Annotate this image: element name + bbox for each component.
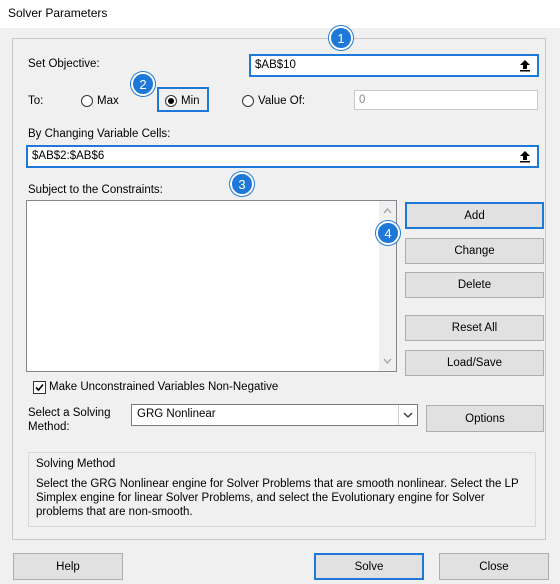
changing-cells-collapse-button[interactable]: [514, 147, 536, 166]
collapse-arrow-icon: [520, 60, 530, 72]
changing-cells-field[interactable]: $AB$2:$AB$6: [26, 145, 539, 168]
reset-all-button-label: Reset All: [451, 322, 498, 334]
min-radio[interactable]: [165, 95, 177, 107]
min-radio-dot: [168, 98, 174, 104]
nonneg-label: Make Unconstrained Variables Non-Negativ…: [49, 381, 279, 393]
solving-method-title: Solving Method: [36, 458, 116, 470]
load-save-button[interactable]: Load/Save: [405, 350, 544, 376]
delete-button-label: Delete: [457, 279, 492, 291]
callout-badge-3: 3: [230, 172, 254, 196]
objective-value: $AB$10: [255, 59, 296, 71]
solve-button[interactable]: Solve: [314, 553, 424, 580]
checkmark-icon: [35, 383, 44, 392]
constraints-list[interactable]: [26, 200, 397, 372]
constraints-label: Subject to the Constraints:: [28, 184, 163, 196]
value-of-label: Value Of:: [258, 95, 306, 107]
options-button[interactable]: Options: [426, 405, 544, 432]
help-button[interactable]: Help: [13, 553, 123, 580]
close-button-label: Close: [479, 560, 509, 573]
objective-field[interactable]: $AB$10: [249, 54, 539, 77]
window-title: Solver Parameters: [8, 6, 108, 20]
objective-collapse-button[interactable]: [514, 56, 536, 75]
delete-button[interactable]: Delete: [405, 272, 544, 298]
value-of-radio[interactable]: [242, 95, 254, 107]
changing-cells-label: By Changing Variable Cells:: [28, 128, 171, 140]
solve-button-label: Solve: [354, 560, 384, 573]
method-label-line1: Select a Solving: [28, 407, 111, 419]
add-button[interactable]: Add: [405, 202, 544, 229]
change-button[interactable]: Change: [405, 238, 544, 264]
method-select-value: GRG Nonlinear: [137, 408, 216, 420]
to-label: To:: [28, 95, 44, 107]
options-button-label: Options: [465, 412, 505, 425]
value-of-field[interactable]: 0: [354, 90, 538, 110]
max-radio[interactable]: [81, 95, 93, 107]
min-label: Min: [181, 95, 200, 107]
solving-method-box: Solving Method Select the GRG Nonlinear …: [28, 452, 536, 527]
value-of-value: 0: [359, 94, 366, 106]
collapse-arrow-icon: [520, 151, 530, 163]
method-select[interactable]: GRG Nonlinear: [131, 404, 418, 426]
callout-badge-1: 1: [329, 26, 353, 50]
reset-all-button[interactable]: Reset All: [405, 315, 544, 341]
callout-badge-4: 4: [376, 221, 400, 245]
method-label-line2: Method:: [28, 421, 70, 433]
load-save-button-label: Load/Save: [447, 357, 502, 369]
method-select-dropdown[interactable]: [398, 405, 417, 425]
changing-cells-value: $AB$2:$AB$6: [32, 150, 105, 162]
nonneg-checkbox[interactable]: [33, 381, 46, 394]
callout-badge-2: 2: [131, 72, 155, 96]
max-label: Max: [97, 95, 119, 107]
change-button-label: Change: [454, 245, 495, 257]
set-objective-label: Set Objective:: [28, 58, 100, 70]
add-button-label: Add: [464, 209, 485, 222]
close-button[interactable]: Close: [439, 553, 549, 580]
chevron-down-icon: [403, 412, 413, 418]
help-button-label: Help: [56, 560, 80, 573]
solving-method-text: Select the GRG Nonlinear engine for Solv…: [36, 478, 519, 518]
